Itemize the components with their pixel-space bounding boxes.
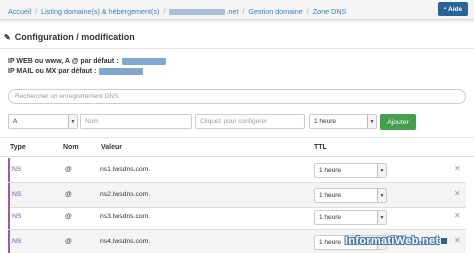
value-input[interactable]: Cliquez pour configurer xyxy=(195,114,305,129)
redacted-ip-mail xyxy=(99,68,144,75)
record-value: ns4.lwsdns.com. xyxy=(100,238,151,245)
divider xyxy=(0,137,474,138)
ip-web-info: IP WEB ou www, A @ par défaut : xyxy=(8,58,166,65)
ip-web-label: IP WEB ou www, A @ par défaut : xyxy=(8,58,119,65)
record-ttl-select[interactable]: 1 heure ▼ xyxy=(314,163,387,178)
breadcrumb-domain-management[interactable]: Gestion domaine xyxy=(248,7,302,16)
breadcrumb: Accueil / Listing domaine(s) & hébergeme… xyxy=(0,0,474,20)
ip-mail-info: IP MAIL ou MX par défaut : xyxy=(8,68,144,75)
chevron-down-icon: ▼ xyxy=(377,211,386,224)
breadcrumb-separator: / xyxy=(163,6,166,16)
column-header-name: Nom xyxy=(63,144,79,151)
breadcrumb-dns-zone[interactable]: Zone DNS xyxy=(313,7,347,16)
breadcrumb-domain-tld: .net xyxy=(226,6,239,16)
record-ttl-select[interactable]: 1 heure ▼ xyxy=(314,210,387,225)
help-button-label: Aide xyxy=(448,5,463,13)
breadcrumb-home[interactable]: Accueil xyxy=(8,7,31,16)
name-input[interactable]: Nom xyxy=(80,114,192,129)
close-icon[interactable]: ✕ xyxy=(454,211,461,220)
record-name: @ xyxy=(65,238,72,245)
edit-icon: ✎ xyxy=(4,32,11,42)
breadcrumb-separator: / xyxy=(35,6,38,16)
book-icon: ▪ xyxy=(443,6,447,12)
add-button[interactable]: Ajouter xyxy=(380,114,416,130)
record-type: NS xyxy=(12,213,22,220)
type-select[interactable]: A ▼ xyxy=(8,114,78,129)
record-name: @ xyxy=(65,213,72,220)
record-ttl-value: 1 heure xyxy=(319,214,342,221)
chevron-down-icon: ▼ xyxy=(377,164,386,177)
breadcrumb-domain-listing[interactable]: Listing domaine(s) & hébergement(s) xyxy=(41,7,159,16)
close-icon[interactable]: ✕ xyxy=(454,236,461,245)
chevron-down-icon: ▼ xyxy=(377,189,386,202)
record-ttl-value: 1 heure xyxy=(319,192,342,199)
record-value: ns3.lwsdns.com. xyxy=(100,213,151,220)
record-value: ns1.lwsdns.com. xyxy=(100,166,151,173)
close-icon[interactable]: ✕ xyxy=(454,189,461,198)
help-button[interactable]: ▪ Aide xyxy=(438,2,468,16)
record-type: NS xyxy=(12,166,22,173)
ttl-select[interactable]: 1 heure ▼ xyxy=(309,114,377,129)
chevron-down-icon: ▼ xyxy=(367,115,376,128)
table-row: NS @ ns3.lwsdns.com. 1 heure ▼ ✕ xyxy=(8,205,466,229)
column-header-value: Valeur xyxy=(101,144,123,151)
table-row: NS @ ns2.lwsdns.com. 1 heure ▼ ✕ xyxy=(8,183,466,207)
ttl-select-value: 1 heure xyxy=(314,118,337,125)
divider xyxy=(0,48,474,49)
record-type: NS xyxy=(12,238,22,245)
record-name: @ xyxy=(65,166,72,173)
record-ttl-value: 1 heure xyxy=(319,167,342,174)
page-title: ✎ Configuration / modification xyxy=(4,32,135,42)
divider xyxy=(0,156,474,157)
watermark-text: InformatiWeb.net xyxy=(345,235,440,247)
record-type: NS xyxy=(12,191,22,198)
close-icon[interactable]: ✕ xyxy=(454,164,461,173)
record-ttl-select[interactable]: 1 heure ▼ xyxy=(314,188,387,203)
record-name: @ xyxy=(65,191,72,198)
search-input[interactable]: Rechercher un enregistrement DNS xyxy=(8,89,466,104)
type-select-value: A xyxy=(13,118,18,125)
watermark-logo xyxy=(441,238,448,245)
column-header-ttl: TTL xyxy=(314,144,327,151)
redacted-domain xyxy=(169,8,226,15)
record-ttl-value: 1 heure xyxy=(319,239,342,246)
page-title-text: Configuration / modification xyxy=(14,32,135,42)
breadcrumb-separator: / xyxy=(242,6,245,16)
record-value: ns2.lwsdns.com. xyxy=(100,191,151,198)
breadcrumb-separator: / xyxy=(306,6,309,16)
column-header-type: Type xyxy=(10,144,26,151)
redacted-ip-web xyxy=(121,58,166,65)
breadcrumb-domain[interactable]: .net xyxy=(169,7,238,16)
table-row: NS @ ns1.lwsdns.com. 1 heure ▼ ✕ xyxy=(8,158,466,182)
chevron-down-icon: ▼ xyxy=(68,115,77,128)
ip-mail-label: IP MAIL ou MX par défaut : xyxy=(8,68,97,75)
watermark: InformatiWeb.net xyxy=(345,235,448,247)
